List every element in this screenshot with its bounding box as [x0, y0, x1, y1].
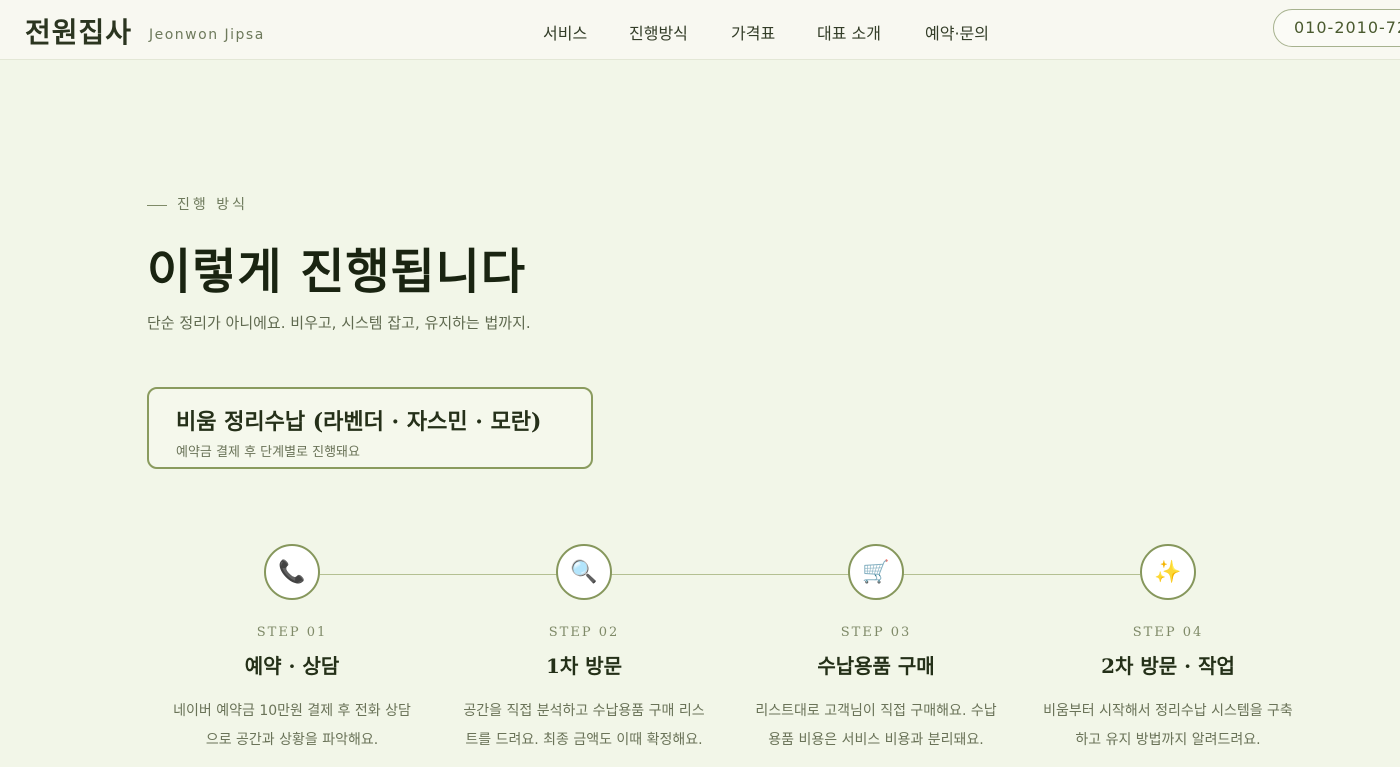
step-label: STEP 03	[840, 625, 912, 640]
step-label: STEP 01	[256, 625, 328, 640]
service-card-note: 예약금 결제 후 단계별로 진행돼요	[176, 445, 360, 460]
nav-item-about[interactable]: 대표 소개	[817, 20, 881, 44]
step-description: 리스트대로 고객님이 직접 구매해요. 수납용품 비용은 서비스 비용과 분리돼…	[755, 703, 997, 748]
sparkles-icon: ✨	[1140, 544, 1196, 600]
step-description: 공간을 직접 분석하고 수납용품 구매 리스트를 드려요. 최종 금액도 이때 …	[463, 703, 705, 748]
site-header: 전원집사 Jeonwon Jipsa 서비스 진행방식 가격표 대표 소개 예약…	[0, 0, 1400, 60]
section-eyebrow: 진행 방식	[147, 194, 248, 214]
step-1: 📞 STEP 01 예약 · 상담 네이버 예약금 10만원 결제 후 전화 상…	[146, 544, 438, 755]
nav-item-booking[interactable]: 예약·문의	[925, 20, 989, 44]
step-description: 비움부터 시작해서 정리수납 시스템을 구축하고 유지 방법까지 알려드려요.	[1043, 703, 1293, 748]
eyebrow-text: 진행 방식	[177, 197, 248, 213]
service-card: 비움 정리수납 (라벤더 · 자스민 · 모란) 예약금 결제 후 단계별로 진…	[147, 387, 593, 469]
main-nav: 서비스 진행방식 가격표 대표 소개 예약·문의	[0, 20, 1400, 44]
step-description: 네이버 예약금 10만원 결제 후 전화 상담으로 공간과 상황을 파악해요.	[173, 703, 411, 748]
eyebrow-divider	[147, 204, 167, 206]
step-4: ✨ STEP 04 2차 방문 · 작업 비움부터 시작해서 정리수납 시스템을…	[1022, 544, 1314, 755]
step-title: 2차 방문 · 작업	[1101, 654, 1235, 678]
service-card-title: 비움 정리수납 (라벤더 · 자스민 · 모란)	[176, 409, 542, 435]
step-label: STEP 02	[548, 625, 620, 640]
nav-item-process[interactable]: 진행방식	[629, 20, 688, 44]
phone-icon: 📞	[264, 544, 320, 600]
step-title: 1차 방문	[545, 654, 623, 678]
step-2: 🔍 STEP 02 1차 방문 공간을 직접 분석하고 수납용품 구매 리스트를…	[438, 544, 730, 755]
step-title: 예약 · 상담	[244, 654, 340, 678]
cart-icon: 🛒	[848, 544, 904, 600]
phone-button[interactable]: 010-2010-7280	[1273, 9, 1400, 47]
section-title: 이렇게 진행됩니다	[147, 244, 526, 300]
magnifier-icon: 🔍	[556, 544, 612, 600]
nav-item-services[interactable]: 서비스	[543, 20, 587, 44]
section-subtitle: 단순 정리가 아니에요. 비우고, 시스템 잡고, 유지하는 법까지.	[147, 314, 531, 332]
step-label: STEP 04	[1132, 625, 1204, 640]
step-title: 수납용품 구매	[817, 654, 935, 678]
step-3: 🛒 STEP 03 수납용품 구매 리스트대로 고객님이 직접 구매해요. 수납…	[730, 544, 1022, 755]
nav-item-pricing[interactable]: 가격표	[731, 20, 775, 44]
